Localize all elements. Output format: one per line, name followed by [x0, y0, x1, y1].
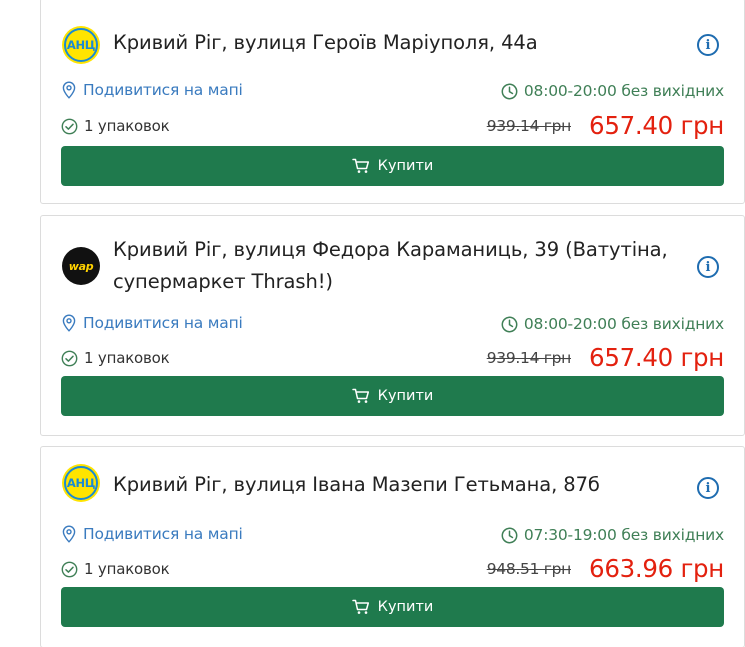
clock-icon: [501, 316, 518, 332]
store-address: Кривий Ріг, вулиця Івана Мазепи Гетьмана…: [113, 473, 600, 496]
hours-text: 07:30-19:00 без вихідних: [523, 526, 724, 544]
store-card: АНЦ Кривий Ріг, вулиця Героїв Маріуполя,…: [40, 0, 745, 204]
old-price: 939.14 грн: [486, 117, 572, 135]
old-price: 948.51 грн: [486, 560, 572, 578]
buy-button[interactable]: Купити: [61, 146, 724, 186]
map-link[interactable]: Подивитися на мапі: [61, 525, 243, 543]
buy-button-label: Купити: [377, 158, 434, 174]
clock-icon: [501, 83, 518, 99]
old-price: 939.14 грн: [486, 349, 572, 367]
store-card: wap Кривий Ріг, вулиця Федора Караманиць…: [40, 215, 745, 436]
pack-count: 1 упаковок: [61, 117, 170, 135]
pack-count: 1 упаковок: [61, 560, 170, 578]
new-price: 657.40 грн: [589, 343, 724, 372]
map-pin-icon: [62, 81, 76, 99]
map-link-label: Подивитися на мапі: [83, 525, 243, 543]
store-logo: wap: [62, 247, 100, 285]
pack-count-text: 1 упаковок: [84, 560, 170, 578]
hours-text: 08:00-20:00 без вихідних: [523, 82, 724, 100]
store-logo: АНЦ: [62, 26, 100, 64]
info-icon[interactable]: i: [697, 477, 719, 499]
store-logo: АНЦ: [62, 464, 100, 502]
working-hours: 07:30-19:00 без вихідних: [501, 526, 724, 544]
store-address: Кривий Ріг, вулиця Федора Караманиць, 39…: [113, 238, 668, 293]
cart-icon: [351, 599, 369, 614]
info-icon[interactable]: i: [697, 34, 719, 56]
map-link[interactable]: Подивитися на мапі: [61, 314, 243, 332]
store-address: Кривий Ріг, вулиця Героїв Маріуполя, 44а: [113, 31, 538, 54]
map-link-label: Подивитися на мапі: [83, 81, 243, 99]
new-price: 657.40 грн: [589, 111, 724, 140]
buy-button-label: Купити: [377, 599, 434, 615]
working-hours: 08:00-20:00 без вихідних: [501, 315, 724, 333]
working-hours: 08:00-20:00 без вихідних: [501, 82, 724, 100]
map-pin-icon: [62, 525, 76, 543]
check-circle-icon: [61, 561, 78, 577]
map-link[interactable]: Подивитися на мапі: [61, 81, 243, 99]
info-icon[interactable]: i: [697, 256, 719, 278]
buy-button-label: Купити: [377, 388, 434, 404]
check-circle-icon: [61, 118, 78, 134]
new-price: 663.96 грн: [589, 554, 724, 583]
buy-button[interactable]: Купити: [61, 376, 724, 416]
pack-count-text: 1 упаковок: [84, 117, 170, 135]
map-pin-icon: [62, 314, 76, 332]
pack-count-text: 1 упаковок: [84, 349, 170, 367]
cart-icon: [351, 158, 369, 173]
map-link-label: Подивитися на мапі: [83, 314, 243, 332]
store-card: АНЦ Кривий Ріг, вулиця Івана Мазепи Геть…: [40, 446, 745, 647]
check-circle-icon: [61, 350, 78, 366]
clock-icon: [501, 527, 518, 543]
pack-count: 1 упаковок: [61, 349, 170, 367]
cart-icon: [351, 388, 369, 403]
buy-button[interactable]: Купити: [61, 587, 724, 627]
hours-text: 08:00-20:00 без вихідних: [523, 315, 724, 333]
